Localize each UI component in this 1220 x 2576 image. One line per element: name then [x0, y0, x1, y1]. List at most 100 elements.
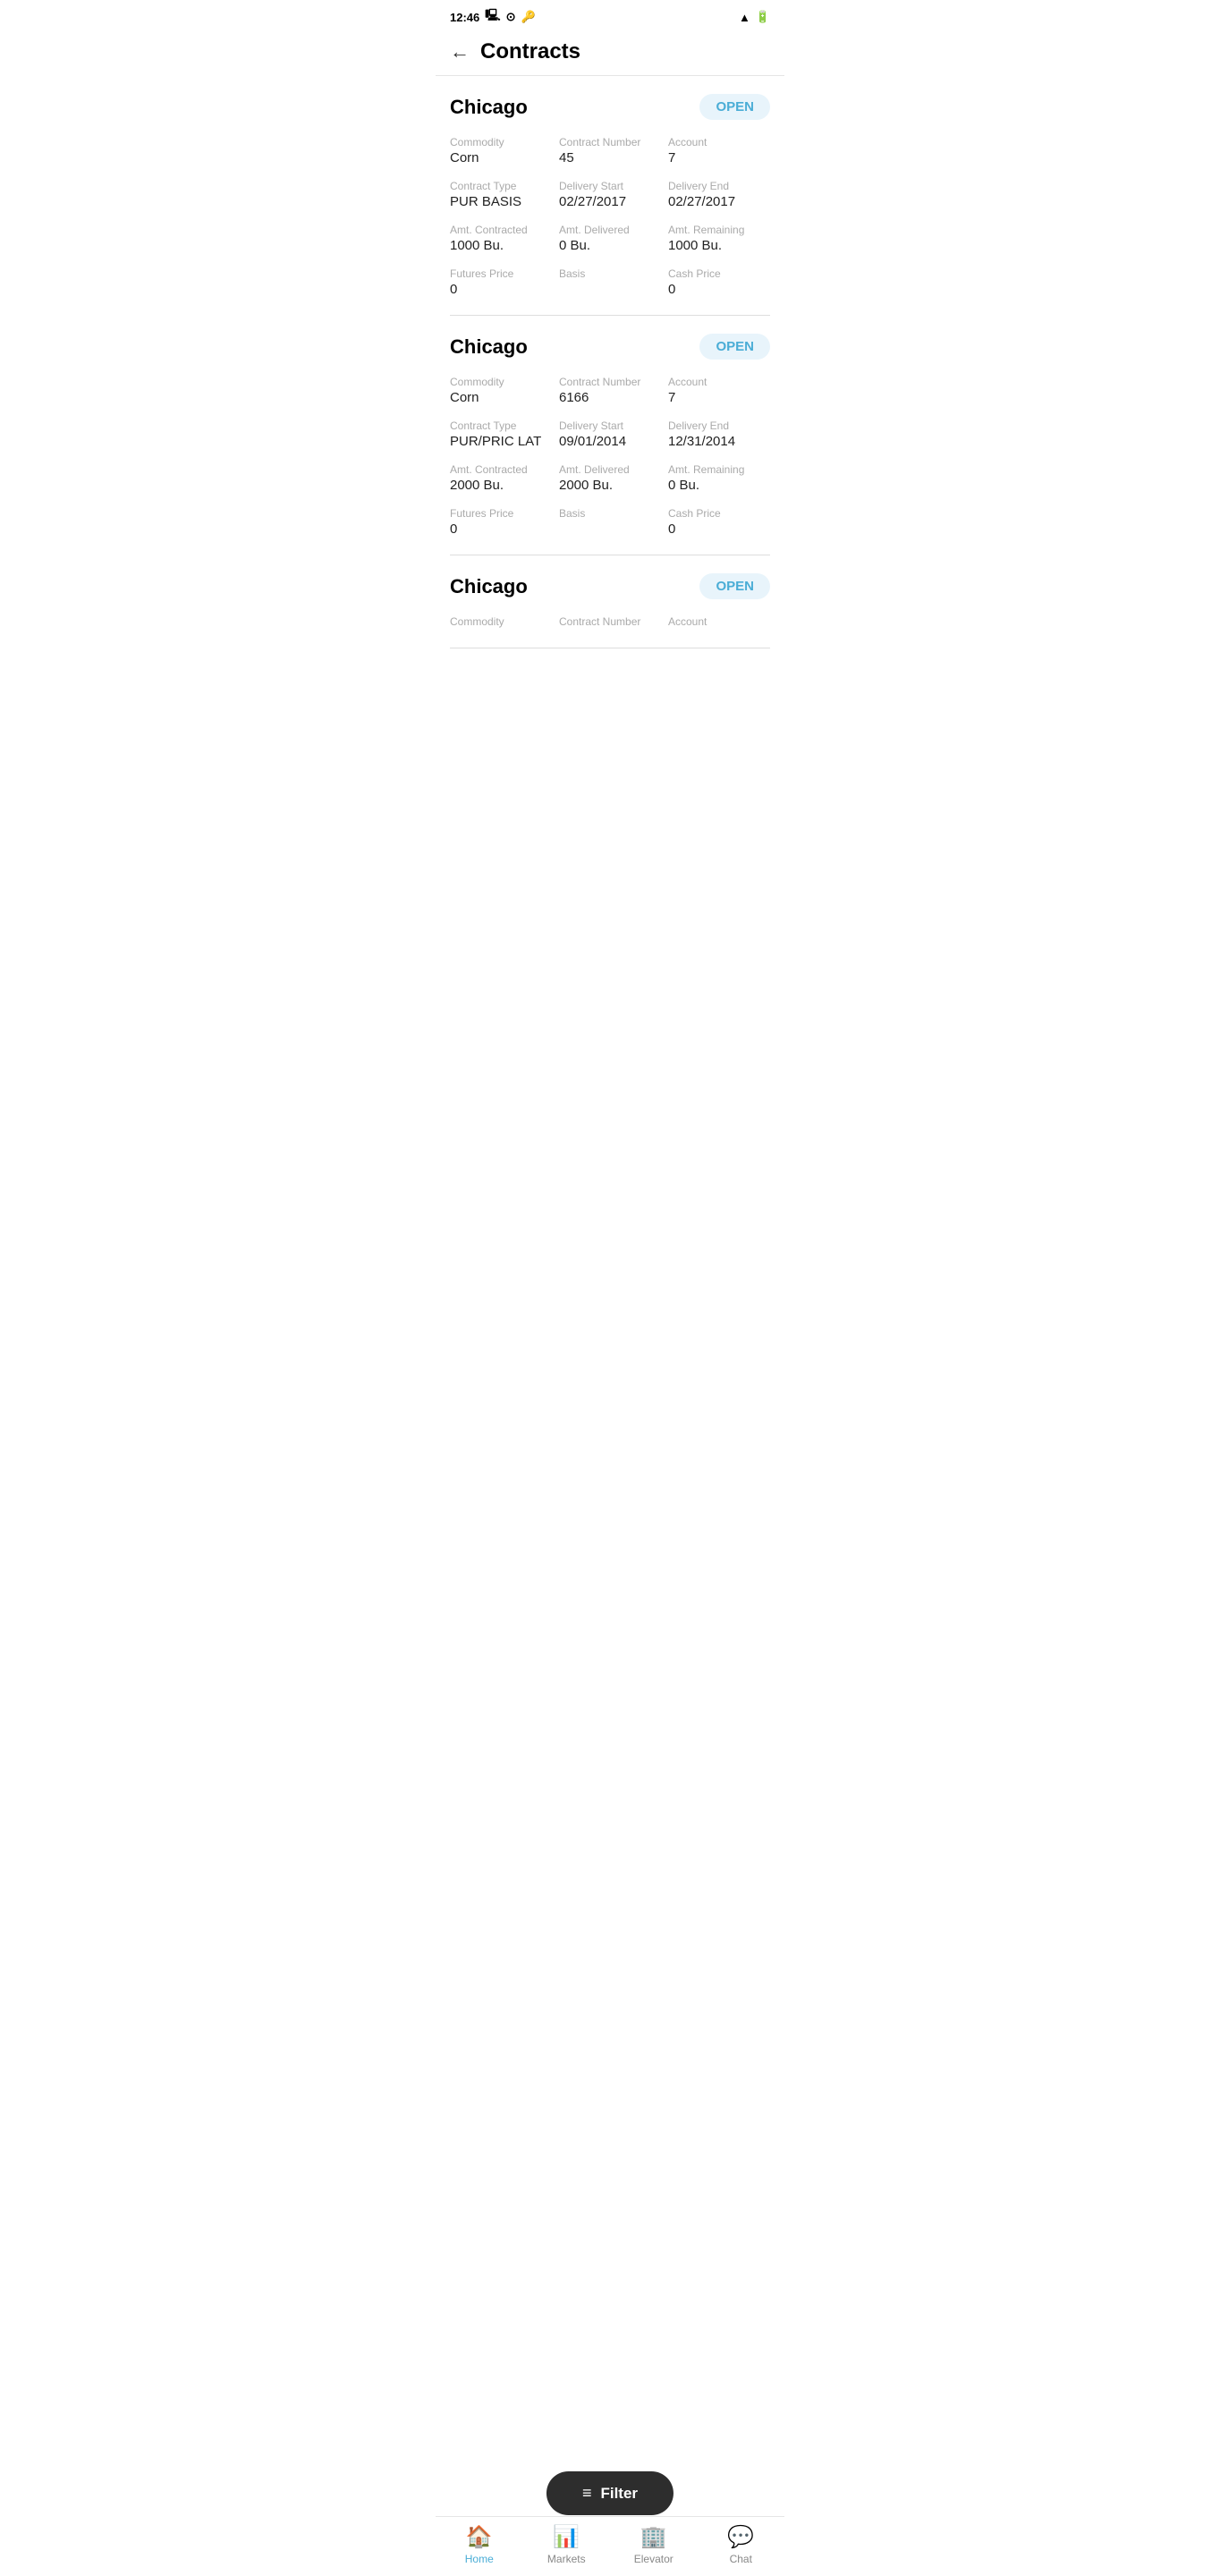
- account-label-2: Account: [668, 376, 770, 388]
- basis-field-2: Basis: [559, 507, 661, 537]
- amt-contracted-value-1: 1000 Bu.: [450, 238, 552, 253]
- delivery-end-label-1: Delivery End: [668, 180, 770, 192]
- nav-item-chat[interactable]: 💬 Chat: [698, 2524, 785, 2565]
- status-right: ▲ 🔋: [739, 10, 770, 24]
- status-left: 12:46 🖳 ⊙ 🔑: [450, 7, 536, 27]
- nav-label-chat: Chat: [730, 2553, 752, 2565]
- commodity-label-3: Commodity: [450, 615, 552, 628]
- time-display: 12:46: [450, 11, 479, 24]
- nav-item-home[interactable]: 🏠 Home: [436, 2524, 523, 2565]
- delivery-end-value-1: 02/27/2017: [668, 194, 770, 209]
- elevator-icon: 🏢: [640, 2524, 667, 2550]
- contracts-list: Chicago OPEN Commodity Corn Contract Num…: [436, 76, 784, 720]
- commodity-field-3: Commodity: [450, 615, 552, 630]
- amt-remaining-label-2: Amt. Remaining: [668, 463, 770, 476]
- contract-type-label-2: Contract Type: [450, 419, 552, 432]
- account-field-2: Account 7: [668, 376, 770, 405]
- chat-icon: 💬: [727, 2524, 754, 2550]
- page-header: ← Contracts: [436, 30, 784, 76]
- futures-price-label-2: Futures Price: [450, 507, 552, 520]
- delivery-end-label-2: Delivery End: [668, 419, 770, 432]
- commodity-label-2: Commodity: [450, 376, 552, 388]
- status-bar: 12:46 🖳 ⊙ 🔑 ▲ 🔋: [436, 0, 784, 30]
- commodity-label-1: Commodity: [450, 136, 552, 148]
- cash-price-field-1: Cash Price 0: [668, 267, 770, 297]
- account-value-1: 7: [668, 150, 770, 165]
- filter-icon: ≡: [582, 2484, 592, 2503]
- battery-icon: 🔋: [756, 10, 770, 24]
- basis-label-2: Basis: [559, 507, 661, 520]
- filter-label: Filter: [600, 2485, 638, 2503]
- wifi-icon: ▲: [739, 11, 750, 24]
- filter-overlay: ≡ Filter: [546, 2471, 674, 2515]
- amt-remaining-field-2: Amt. Remaining 0 Bu.: [668, 463, 770, 493]
- fields-grid-1: Commodity Corn Contract Number 45 Accoun…: [450, 136, 770, 297]
- card-header-1: Chicago OPEN: [450, 94, 770, 120]
- open-badge-3[interactable]: OPEN: [699, 573, 770, 599]
- contract-card-2: Chicago OPEN Commodity Corn Contract Num…: [450, 316, 770, 555]
- account-field-3: Account: [668, 615, 770, 630]
- delivery-end-value-2: 12/31/2014: [668, 434, 770, 449]
- contract-number-label-2: Contract Number: [559, 376, 661, 388]
- contract-number-field-2: Contract Number 6166: [559, 376, 661, 405]
- account-field-1: Account 7: [668, 136, 770, 165]
- delivery-end-field-2: Delivery End 12/31/2014: [668, 419, 770, 449]
- commodity-value-1: Corn: [450, 150, 552, 165]
- cash-price-label-1: Cash Price: [668, 267, 770, 280]
- location-name-1: Chicago: [450, 96, 528, 119]
- contract-type-field-1: Contract Type PUR BASIS: [450, 180, 552, 209]
- avenza-icon: ⊙: [506, 10, 516, 24]
- page-title: Contracts: [480, 39, 580, 64]
- card-header-3: Chicago OPEN: [450, 573, 770, 599]
- back-button[interactable]: ←: [450, 40, 470, 64]
- contract-number-label-3: Contract Number: [559, 615, 661, 628]
- nav-item-markets[interactable]: 📊 Markets: [523, 2524, 611, 2565]
- contract-number-field-3: Contract Number: [559, 615, 661, 630]
- amt-delivered-label-1: Amt. Delivered: [559, 224, 661, 236]
- contract-type-field-2: Contract Type PUR/PRIC LAT: [450, 419, 552, 449]
- futures-price-value-2: 0: [450, 521, 552, 537]
- nav-label-markets: Markets: [547, 2553, 586, 2565]
- bottom-navigation: 🏠 Home 📊 Markets 🏢 Elevator 💬 Chat: [436, 2516, 784, 2576]
- futures-price-field-1: Futures Price 0: [450, 267, 552, 297]
- contract-card-1: Chicago OPEN Commodity Corn Contract Num…: [450, 76, 770, 316]
- location-name-2: Chicago: [450, 335, 528, 359]
- cash-price-label-2: Cash Price: [668, 507, 770, 520]
- amt-contracted-value-2: 2000 Bu.: [450, 478, 552, 493]
- amt-contracted-field-2: Amt. Contracted 2000 Bu.: [450, 463, 552, 493]
- open-badge-2[interactable]: OPEN: [699, 334, 770, 360]
- account-label-1: Account: [668, 136, 770, 148]
- amt-remaining-label-1: Amt. Remaining: [668, 224, 770, 236]
- amt-delivered-field-1: Amt. Delivered 0 Bu.: [559, 224, 661, 253]
- amt-contracted-label-1: Amt. Contracted: [450, 224, 552, 236]
- markets-icon: 📊: [553, 2524, 580, 2550]
- commodity-field-1: Commodity Corn: [450, 136, 552, 165]
- filter-button[interactable]: ≡ Filter: [546, 2471, 674, 2515]
- open-badge-1[interactable]: OPEN: [699, 94, 770, 120]
- contract-card-3: Chicago OPEN Commodity Contract Number A…: [450, 555, 770, 648]
- delivery-start-field-1: Delivery Start 02/27/2017: [559, 180, 661, 209]
- futures-price-label-1: Futures Price: [450, 267, 552, 280]
- basis-label-1: Basis: [559, 267, 661, 280]
- delivery-start-value-2: 09/01/2014: [559, 434, 661, 449]
- contract-type-label-1: Contract Type: [450, 180, 552, 192]
- amt-delivered-label-2: Amt. Delivered: [559, 463, 661, 476]
- card-header-2: Chicago OPEN: [450, 334, 770, 360]
- amt-remaining-value-1: 1000 Bu.: [668, 238, 770, 253]
- amt-contracted-field-1: Amt. Contracted 1000 Bu.: [450, 224, 552, 253]
- account-value-2: 7: [668, 390, 770, 405]
- home-icon: 🏠: [466, 2524, 493, 2550]
- amt-remaining-field-1: Amt. Remaining 1000 Bu.: [668, 224, 770, 253]
- contract-number-value-1: 45: [559, 150, 661, 165]
- nav-item-elevator[interactable]: 🏢 Elevator: [610, 2524, 698, 2565]
- contract-number-field-1: Contract Number 45: [559, 136, 661, 165]
- account-label-3: Account: [668, 615, 770, 628]
- delivery-start-label-2: Delivery Start: [559, 419, 661, 432]
- amt-contracted-label-2: Amt. Contracted: [450, 463, 552, 476]
- futures-price-field-2: Futures Price 0: [450, 507, 552, 537]
- contract-type-value-1: PUR BASIS: [450, 194, 552, 209]
- location-name-3: Chicago: [450, 575, 528, 598]
- amt-remaining-value-2: 0 Bu.: [668, 478, 770, 493]
- contract-number-value-2: 6166: [559, 390, 661, 405]
- delivery-end-field-1: Delivery End 02/27/2017: [668, 180, 770, 209]
